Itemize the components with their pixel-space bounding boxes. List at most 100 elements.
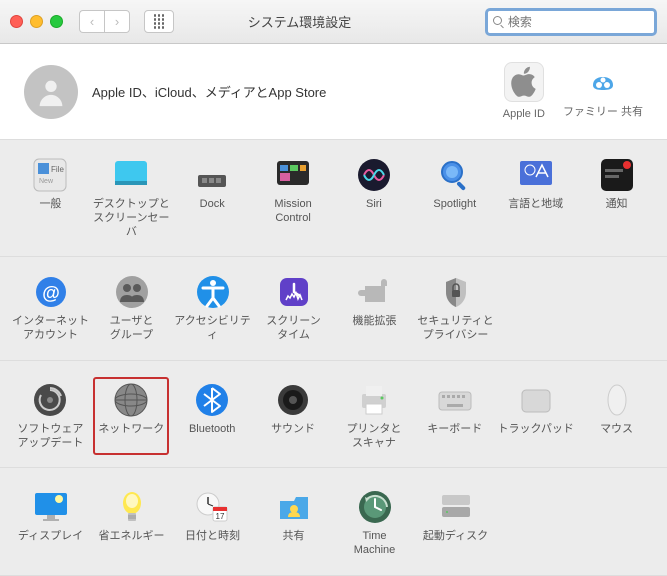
avatar[interactable] bbox=[24, 65, 78, 119]
pref-notifications[interactable]: 通知 bbox=[576, 157, 657, 239]
accessibility-label: アクセシビリティ bbox=[172, 315, 253, 343]
language-label: 言語と地域 bbox=[508, 198, 563, 225]
spotlight-label: Spotlight bbox=[433, 198, 476, 225]
network-label: ネットワーク bbox=[98, 423, 164, 450]
internet-icon bbox=[33, 274, 69, 310]
pref-desktop[interactable]: デスクトップと スクリーンセーバ bbox=[91, 157, 172, 239]
mission-icon bbox=[275, 157, 311, 193]
timemachine-label: Time Machine bbox=[354, 530, 396, 558]
screentime-icon bbox=[276, 274, 312, 310]
zoom-icon[interactable] bbox=[50, 15, 63, 28]
pref-screentime[interactable]: スクリーン タイム bbox=[253, 274, 334, 343]
sharing-label: 共有 bbox=[283, 530, 305, 557]
apple-id-button[interactable]: Apple ID bbox=[503, 62, 545, 121]
pref-internet[interactable]: インターネット アカウント bbox=[10, 274, 91, 343]
general-icon bbox=[32, 157, 68, 193]
pref-security[interactable]: セキュリティと プライバシー bbox=[415, 274, 496, 343]
pref-mouse[interactable]: マウス bbox=[576, 382, 657, 451]
screentime-label: スクリーン タイム bbox=[266, 315, 320, 343]
general-label: 一般 bbox=[39, 198, 61, 225]
notifications-label: 通知 bbox=[606, 198, 628, 225]
dock-icon bbox=[194, 157, 230, 193]
minimize-icon[interactable] bbox=[30, 15, 43, 28]
pref-users[interactable]: ユーザと グループ bbox=[91, 274, 172, 343]
profile-text: Apple ID、iCloud、メディアとApp Store bbox=[92, 82, 326, 101]
pref-update[interactable]: ソフトウェア アップデート bbox=[10, 382, 91, 451]
highlight-box: ネットワーク bbox=[93, 377, 169, 455]
extensions-label: 機能拡張 bbox=[353, 315, 397, 342]
spotlight-icon bbox=[437, 157, 473, 193]
window-title: システム環境設定 bbox=[122, 12, 477, 31]
printers-label: プリンタと スキャナ bbox=[346, 423, 401, 451]
pref-accessibility[interactable]: アクセシビリティ bbox=[172, 274, 253, 343]
pref-extensions[interactable]: 機能拡張 bbox=[334, 274, 415, 343]
bluetooth-label: Bluetooth bbox=[189, 423, 235, 450]
users-icon bbox=[114, 274, 150, 310]
energy-label: 省エネルギー bbox=[99, 530, 165, 557]
sound-icon bbox=[275, 382, 311, 418]
close-icon[interactable] bbox=[10, 15, 23, 28]
update-label: ソフトウェア アップデート bbox=[17, 423, 83, 451]
users-label: ユーザと グループ bbox=[110, 315, 154, 343]
extensions-icon bbox=[357, 274, 393, 310]
pref-panel-0: 一般 デスクトップと スクリーンセーバDock Mission Control Sir… bbox=[0, 140, 667, 257]
timemachine-icon bbox=[357, 489, 393, 525]
search-field[interactable] bbox=[485, 8, 657, 36]
displays-label: ディスプレイ bbox=[18, 530, 83, 557]
datetime-label: 日付と時刻 bbox=[185, 530, 240, 557]
internet-label: インターネット アカウント bbox=[12, 315, 89, 343]
apple-id-label: Apple ID bbox=[503, 108, 545, 121]
pref-displays[interactable]: ディスプレイ bbox=[10, 489, 91, 558]
desktop-icon bbox=[113, 157, 149, 193]
mission-label: Mission Control bbox=[274, 198, 311, 226]
security-icon bbox=[438, 274, 474, 310]
pref-timemachine[interactable]: Time Machine bbox=[334, 489, 415, 558]
pref-trackpad[interactable]: トラックパッド bbox=[495, 382, 576, 451]
family-sharing-button[interactable]: ファミリー 共有 bbox=[563, 62, 643, 121]
search-icon bbox=[493, 16, 503, 27]
trackpad-label: トラックパッド bbox=[497, 423, 573, 450]
pref-panel-2: ソフトウェア アップデートネットワーク Bluetooth サウンド プリンタと スキ… bbox=[0, 361, 667, 469]
pref-sharing[interactable]: 共有 bbox=[253, 489, 334, 558]
search-input[interactable] bbox=[506, 14, 649, 30]
pref-energy[interactable]: 省エネルギー bbox=[91, 489, 172, 558]
pref-bluetooth[interactable]: Bluetooth bbox=[172, 382, 253, 451]
accessibility-icon bbox=[195, 274, 231, 310]
energy-icon bbox=[114, 489, 150, 525]
desktop-label: デスクトップと スクリーンセーバ bbox=[91, 198, 172, 239]
pref-keyboard[interactable]: キーボード bbox=[414, 382, 495, 451]
mouse-label: マウス bbox=[600, 423, 633, 450]
language-icon bbox=[518, 157, 554, 193]
pref-general[interactable]: 一般 bbox=[10, 157, 91, 239]
pref-panel-1: インターネット アカウントユーザと グループアクセシビリティスクリーン タイム 機… bbox=[0, 257, 667, 361]
back-button[interactable]: ‹ bbox=[79, 10, 104, 33]
network-icon bbox=[113, 382, 149, 418]
pref-siri[interactable]: Siri bbox=[334, 157, 415, 239]
update-icon bbox=[32, 382, 68, 418]
pref-printers[interactable]: プリンタと スキャナ bbox=[334, 382, 415, 451]
pref-datetime[interactable]: 日付と時刻 bbox=[172, 489, 253, 558]
siri-label: Siri bbox=[366, 198, 382, 225]
pref-spotlight[interactable]: Spotlight bbox=[414, 157, 495, 239]
pref-sound[interactable]: サウンド bbox=[253, 382, 334, 451]
notifications-icon bbox=[599, 157, 635, 193]
pref-dock[interactable]: Dock bbox=[172, 157, 253, 239]
pref-mission[interactable]: Mission Control bbox=[253, 157, 334, 239]
pref-network[interactable]: ネットワーク bbox=[91, 382, 172, 451]
titlebar: ‹ › システム環境設定 bbox=[0, 0, 667, 44]
family-icon bbox=[584, 62, 622, 100]
siri-icon bbox=[356, 157, 392, 193]
sharing-icon bbox=[276, 489, 312, 525]
printers-icon bbox=[356, 382, 392, 418]
traffic-lights bbox=[10, 15, 63, 28]
pref-language[interactable]: 言語と地域 bbox=[495, 157, 576, 239]
sound-label: サウンド bbox=[271, 423, 315, 450]
security-label: セキュリティと プライバシー bbox=[417, 315, 493, 343]
bluetooth-icon bbox=[194, 382, 230, 418]
pref-startup[interactable]: 起動ディスク bbox=[415, 489, 496, 558]
keyboard-icon bbox=[437, 382, 473, 418]
apple-icon bbox=[504, 62, 544, 102]
pref-panel-3: ディスプレイ省エネルギー日付と時刻 共有 Time Machine 起動ディスク bbox=[0, 468, 667, 576]
displays-icon bbox=[33, 489, 69, 525]
profile-section: Apple ID、iCloud、メディアとApp Store Apple ID … bbox=[0, 44, 667, 140]
